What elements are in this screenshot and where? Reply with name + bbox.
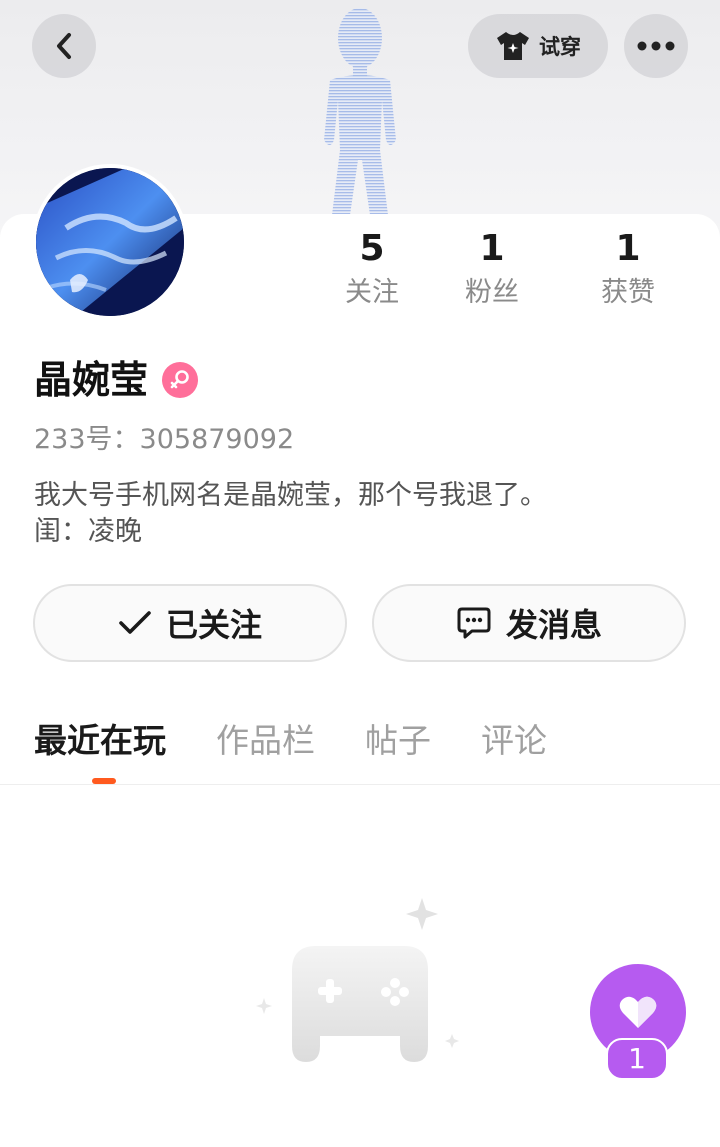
stat-following-label: 关注 — [345, 277, 399, 308]
profile-tabs: 最近在玩 作品栏 帖子 评论 — [34, 716, 597, 766]
profile-stats: 5 关注 1 粉丝 1 获赞 — [320, 228, 700, 310]
tab-comments[interactable]: 评论 — [481, 716, 547, 766]
heart-icon — [619, 996, 657, 1028]
user-id: 233号：305879092 — [34, 424, 295, 455]
checkmark-icon — [119, 611, 151, 634]
more-options-button[interactable] — [624, 14, 688, 78]
stat-likes[interactable]: 1 获赞 — [560, 228, 696, 310]
back-button[interactable] — [32, 14, 96, 78]
like-count-badge: 1 — [606, 1038, 668, 1080]
stat-likes-label: 获赞 — [601, 277, 655, 308]
try-on-label: 试穿 — [539, 35, 581, 59]
bio: 我大号手机网名是晶婉莹，那个号我退了。 闺：凌晚 — [34, 478, 694, 550]
chat-bubble-icon — [457, 607, 491, 639]
more-dots-icon — [637, 41, 675, 51]
stat-followers-label: 粉丝 — [465, 277, 519, 308]
stat-following-value: 5 — [359, 228, 385, 269]
tabs-divider — [0, 784, 720, 785]
tab-posts[interactable]: 帖子 — [365, 716, 431, 766]
send-message-button[interactable]: 发消息 — [372, 584, 686, 662]
following-button-label: 已关注 — [165, 606, 262, 644]
username: 晶婉莹 — [34, 358, 149, 402]
tab-works[interactable]: 作品栏 — [216, 716, 315, 766]
stat-followers-value: 1 — [479, 228, 505, 269]
send-message-label: 发消息 — [505, 606, 602, 644]
bio-line: 闺：凌晚 — [34, 516, 142, 547]
avatar-image — [36, 168, 184, 316]
stat-likes-value: 1 — [615, 228, 641, 269]
try-on-button[interactable]: 试穿 — [468, 14, 608, 78]
chevron-left-icon — [57, 33, 71, 59]
female-gender-icon — [162, 362, 199, 398]
tab-recently-played[interactable]: 最近在玩 — [34, 716, 166, 766]
avatar-3d-model[interactable] — [290, 0, 430, 220]
name-row: 晶婉莹 — [34, 356, 199, 404]
bio-line: 我大号手机网名是晶婉莹，那个号我退了。 — [34, 480, 547, 511]
profile-avatar[interactable] — [32, 164, 188, 320]
gamepad-empty-state-icon — [256, 898, 459, 1062]
tshirt-icon — [497, 32, 529, 60]
stat-followers[interactable]: 1 粉丝 — [424, 228, 560, 310]
following-button[interactable]: 已关注 — [33, 584, 347, 662]
stat-following[interactable]: 5 关注 — [320, 228, 424, 310]
